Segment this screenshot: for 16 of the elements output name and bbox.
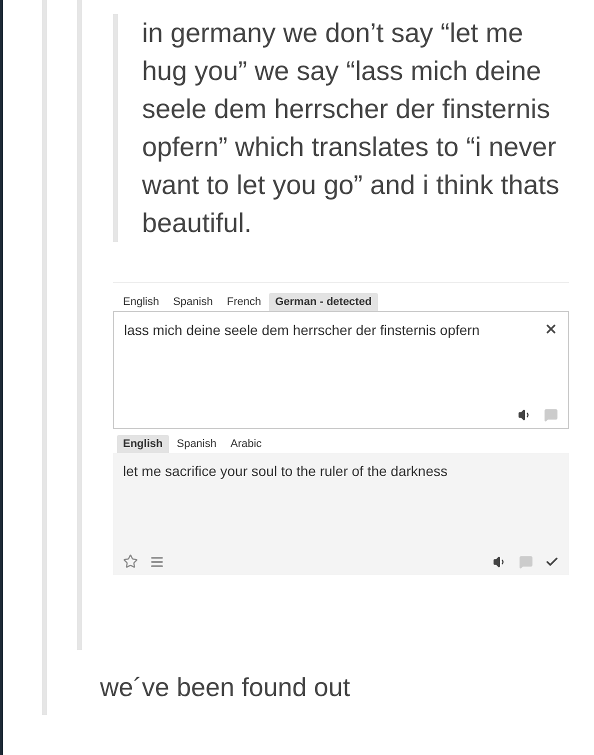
language-tab[interactable]: Spanish: [167, 293, 219, 311]
list-icon[interactable]: [150, 554, 164, 568]
caption-text: we´ve been found out: [100, 672, 352, 703]
close-icon[interactable]: [544, 322, 558, 336]
quote-text: in germany we don’t say “let me hug you” we say “lass mich deine seele dem herrscher der finsternis opfern” which translates to “i never want to let you go” and i think thats beautiful.: [142, 17, 560, 240]
source-text: lass mich deine seele dem herrscher der finsternis opfern: [124, 322, 480, 338]
language-tab[interactable]: English: [117, 435, 169, 453]
language-tab[interactable]: German - detected: [269, 293, 378, 311]
language-tab[interactable]: Spanish: [170, 435, 222, 453]
language-tab[interactable]: French: [220, 293, 268, 311]
check-icon[interactable]: [545, 554, 559, 568]
language-tab[interactable]: English: [117, 293, 166, 311]
translation-text: let me sacrifice your soul to the ruler of the darkness: [123, 463, 448, 479]
language-tab[interactable]: Arabic: [224, 435, 268, 453]
source-text-field[interactable]: lass mich deine seele dem herrscher der finsternis opfern: [113, 311, 569, 429]
star-icon[interactable]: [123, 554, 138, 569]
